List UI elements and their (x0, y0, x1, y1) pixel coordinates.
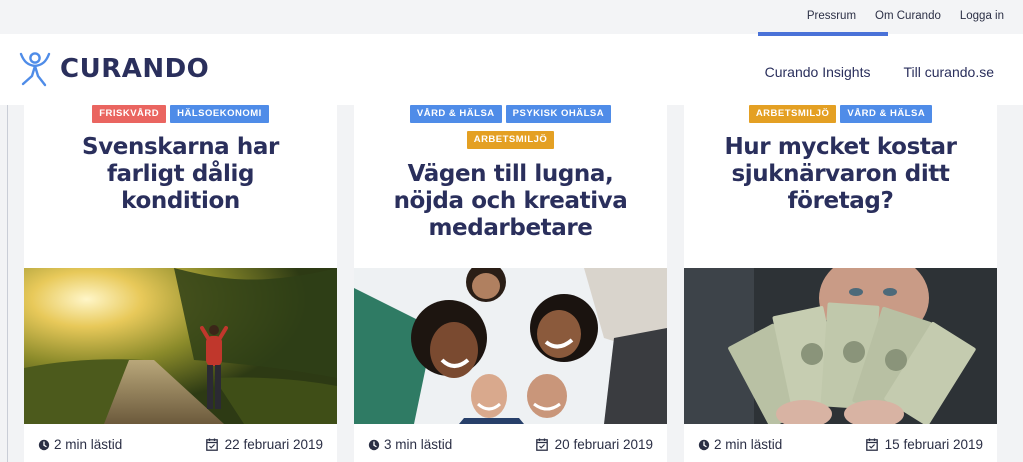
read-time: 2 min lästid (698, 437, 782, 452)
tag-psykisk-ohalsa[interactable]: PSYKISK OHÄLSA (505, 105, 612, 123)
read-time-label: 2 min lästid (54, 437, 123, 452)
utility-links: Pressrum Om Curando Logga in (807, 10, 1004, 22)
publish-date-label: 20 februari 2019 (554, 437, 653, 452)
article-title[interactable]: Svenskarna har farligt dålig kondition (44, 134, 317, 215)
nav-till-curando[interactable]: Till curando.se (903, 64, 994, 80)
read-time: 2 min lästid (38, 437, 122, 452)
read-time-label: 3 min lästid (384, 437, 453, 452)
read-time: 3 min lästid (368, 437, 452, 452)
nav-curando-insights[interactable]: Curando Insights (765, 64, 871, 80)
article-card[interactable]: FRISKVÅRD HÄLSOEKONOMI Svenskarna har fa… (24, 105, 337, 462)
clock-icon (698, 439, 710, 450)
tag-arbetsmiljo[interactable]: ARBETSMILJÖ (466, 131, 555, 149)
publish-date: 22 februari 2019 (205, 437, 323, 452)
calendar-icon (865, 438, 878, 451)
article-image-runner[interactable] (24, 268, 337, 424)
article-title[interactable]: Hur mycket kostar sjuknärvaron ditt före… (704, 134, 977, 215)
tag-halsoekonomi[interactable]: HÄLSOEKONOMI (170, 105, 269, 123)
publish-date: 20 februari 2019 (535, 437, 653, 452)
article-title[interactable]: Vägen till lugna, nöjda och kreativa med… (374, 161, 647, 242)
tag-arbetsmiljo[interactable]: ARBETSMILJÖ (748, 105, 837, 123)
tag-list: ARBETSMILJÖ VÅRD & HÄLSA (684, 105, 997, 123)
top-utility-bar: Pressrum Om Curando Logga in (0, 0, 1023, 34)
site-header: CURANDO Curando Insights Till curando.se (0, 34, 1023, 105)
tag-list: FRISKVÅRD HÄLSOEKONOMI (24, 105, 337, 123)
publish-date: 15 februari 2019 (865, 437, 983, 452)
publish-date-label: 22 februari 2019 (224, 437, 323, 452)
calendar-icon (535, 438, 548, 451)
tag-vard-halsa[interactable]: VÅRD & HÄLSA (840, 105, 933, 123)
clock-icon (38, 439, 50, 450)
tag-friskvard[interactable]: FRISKVÅRD (92, 105, 167, 123)
page-edge-divider (7, 105, 8, 462)
link-om-curando[interactable]: Om Curando (875, 10, 941, 22)
article-card[interactable]: ARBETSMILJÖ VÅRD & HÄLSA Hur mycket kost… (684, 105, 997, 462)
curando-logo[interactable]: CURANDO (18, 50, 209, 88)
article-image-colleagues[interactable] (354, 268, 667, 424)
tag-vard-halsa[interactable]: VÅRD & HÄLSA (409, 105, 502, 123)
link-logga-in[interactable]: Logga in (960, 10, 1004, 22)
tag-list: VÅRD & HÄLSA PSYKISK OHÄLSA ARBETSMILJÖ (354, 105, 667, 149)
article-meta: 3 min lästid 20 februari 2019 (354, 435, 667, 457)
read-time-label: 2 min lästid (714, 437, 783, 452)
curando-figure-icon (19, 52, 51, 87)
main-nav: Curando Insights Till curando.se (765, 64, 994, 80)
clock-icon (368, 439, 380, 450)
active-nav-indicator (758, 32, 888, 36)
article-card[interactable]: VÅRD & HÄLSA PSYKISK OHÄLSA ARBETSMILJÖ … (354, 105, 667, 462)
article-image-dollar-bills[interactable] (684, 268, 997, 424)
calendar-icon (205, 438, 218, 451)
article-meta: 2 min lästid 15 februari 2019 (684, 435, 997, 457)
link-pressrum[interactable]: Pressrum (807, 10, 856, 22)
publish-date-label: 15 februari 2019 (884, 437, 983, 452)
logo-wordmark: CURANDO (60, 54, 210, 84)
article-meta: 2 min lästid 22 februari 2019 (24, 435, 337, 457)
